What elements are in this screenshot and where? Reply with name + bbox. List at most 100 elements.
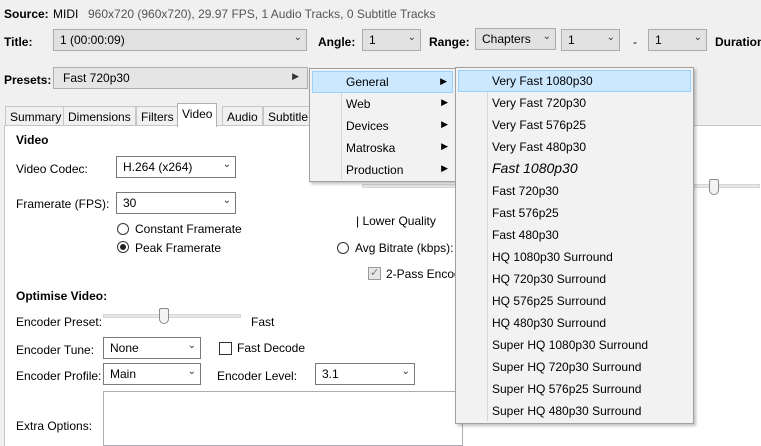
framerate-label: Framerate (FPS): <box>16 197 110 211</box>
fast-decode-checkbox[interactable] <box>219 342 232 355</box>
video-codec-dropdown[interactable]: H.264 (x264) ⌄ <box>116 156 236 178</box>
presets-value: Fast 720p30 <box>63 71 130 85</box>
preset-fast-720p30[interactable]: Fast 720p30 <box>458 180 691 202</box>
encoder-level-dropdown[interactable]: 3.1 ⌄ <box>315 363 415 385</box>
chevron-down-icon: ⌄ <box>187 340 196 351</box>
title-dropdown[interactable]: 1 (00:00:09) ⌄ <box>53 29 307 51</box>
tab-filters[interactable]: Filters <box>136 106 179 126</box>
encoder-profile-dropdown[interactable]: Main ⌄ <box>103 363 201 385</box>
two-pass-label: 2-Pass Encod <box>386 267 461 281</box>
range-start-value: 1 <box>568 33 575 47</box>
tab-dimensions[interactable]: Dimensions <box>63 106 136 126</box>
preset-very-fast-480p30[interactable]: Very Fast 480p30 <box>458 136 691 158</box>
presets-button[interactable]: Fast 720p30 ▶ <box>53 67 308 89</box>
chevron-right-icon: ▶ <box>441 119 448 129</box>
duration-label: Duration <box>715 35 761 49</box>
angle-value: 1 <box>369 33 376 47</box>
chevron-down-icon: ⌄ <box>222 159 231 170</box>
preset-very-fast-720p30[interactable]: Very Fast 720p30 <box>458 92 691 114</box>
menu-item-label: Production <box>346 163 404 177</box>
avg-bitrate-label: Avg Bitrate (kbps): <box>355 241 454 255</box>
preset-fast-1080p30[interactable]: Fast 1080p30 <box>458 158 691 180</box>
extra-options-label: Extra Options: <box>16 419 93 433</box>
framerate-value: 30 <box>123 196 137 210</box>
chevron-down-icon: ⌄ <box>222 195 231 206</box>
chevron-down-icon: ⌄ <box>293 32 302 43</box>
encoder-preset-slider-thumb[interactable] <box>159 308 169 324</box>
angle-label: Angle: <box>318 35 356 49</box>
menu-item-label: General <box>346 75 389 89</box>
source-name: MIDI <box>53 7 79 21</box>
extra-options-input[interactable] <box>103 391 463 446</box>
range-mode-dropdown[interactable]: Chapters ⌄ <box>475 28 556 50</box>
chevron-down-icon: ⌄ <box>407 32 416 43</box>
chevron-right-icon: ▶ <box>440 76 447 86</box>
encoder-preset-slider-track[interactable] <box>103 314 241 318</box>
menu-item-web[interactable]: Web ▶ <box>312 93 453 115</box>
menu-item-production[interactable]: Production ▶ <box>312 159 453 181</box>
range-dash: - <box>633 35 637 49</box>
preset-hq-1080p30-surround[interactable]: HQ 1080p30 Surround <box>458 246 691 268</box>
lower-quality-label: | Lower Quality <box>356 214 436 228</box>
angle-dropdown[interactable]: 1 ⌄ <box>362 29 421 51</box>
encoder-preset-value: Fast <box>251 315 275 329</box>
range-mode-value: Chapters <box>482 32 531 46</box>
encoder-level-label: Encoder Level: <box>217 369 298 383</box>
constant-framerate-radio[interactable] <box>117 223 129 235</box>
preset-hq-480p30-surround[interactable]: HQ 480p30 Surround <box>458 312 691 334</box>
chevron-right-icon: ▶ <box>441 163 448 173</box>
menu-item-label: Matroska <box>346 141 396 155</box>
tab-audio[interactable]: Audio <box>222 106 263 126</box>
chevron-right-icon: ▶ <box>441 97 448 107</box>
preset-fast-480p30[interactable]: Fast 480p30 <box>458 224 691 246</box>
range-start-dropdown[interactable]: 1 ⌄ <box>561 29 620 51</box>
preset-very-fast-576p25[interactable]: Very Fast 576p25 <box>458 114 691 136</box>
menu-item-matroska[interactable]: Matroska ▶ <box>312 137 453 159</box>
tab-video[interactable]: Video <box>177 103 218 127</box>
encoder-tune-dropdown[interactable]: None ⌄ <box>103 337 201 359</box>
chevron-down-icon: ⌄ <box>693 32 702 43</box>
preset-category-menu: General ▶ Web ▶ Devices ▶ Matroska ▶ Pro… <box>309 68 456 182</box>
encoder-tune-value: None <box>110 341 139 355</box>
peak-framerate-radio[interactable] <box>117 241 129 253</box>
chevron-down-icon: ⌄ <box>401 366 410 377</box>
preset-super-hq-576p25-surround[interactable]: Super HQ 576p25 Surround <box>458 378 691 400</box>
preset-hq-720p30-surround[interactable]: HQ 720p30 Surround <box>458 268 691 290</box>
source-label: Source: <box>4 7 49 21</box>
preset-very-fast-1080p30[interactable]: Very Fast 1080p30 <box>458 70 691 92</box>
general-presets-menu: Very Fast 1080p30 Very Fast 720p30 Very … <box>455 67 694 424</box>
video-section-title: Video <box>16 133 49 147</box>
two-pass-checkbox[interactable] <box>368 266 381 280</box>
framerate-dropdown[interactable]: 30 ⌄ <box>116 192 236 214</box>
encoder-profile-value: Main <box>110 367 137 381</box>
avg-bitrate-radio[interactable] <box>337 242 349 254</box>
chevron-down-icon: ⌄ <box>606 32 615 43</box>
preset-hq-576p25-surround[interactable]: HQ 576p25 Surround <box>458 290 691 312</box>
chevron-right-icon: ▶ <box>441 141 448 151</box>
preset-super-hq-720p30-surround[interactable]: Super HQ 720p30 Surround <box>458 356 691 378</box>
peak-framerate-label: Peak Framerate <box>135 241 222 255</box>
title-label: Title: <box>4 35 33 49</box>
preset-fast-576p25[interactable]: Fast 576p25 <box>458 202 691 224</box>
encoder-preset-label: Encoder Preset: <box>16 315 103 329</box>
preset-super-hq-480p30-surround[interactable]: Super HQ 480p30 Surround <box>458 400 691 422</box>
presets-label: Presets: <box>4 73 52 87</box>
video-codec-value: H.264 (x264) <box>123 160 193 174</box>
menu-item-label: Web <box>346 97 371 111</box>
chevron-down-icon: ⌄ <box>187 366 196 377</box>
preset-super-hq-1080p30-surround[interactable]: Super HQ 1080p30 Surround <box>458 334 691 356</box>
quality-slider-thumb[interactable] <box>709 179 719 195</box>
menu-item-devices[interactable]: Devices ▶ <box>312 115 453 137</box>
fast-decode-label: Fast Decode <box>237 341 306 355</box>
chevron-down-icon: ⌄ <box>542 31 551 42</box>
menu-item-label: Devices <box>346 119 389 133</box>
range-end-dropdown[interactable]: 1 ⌄ <box>648 29 707 51</box>
tab-summary[interactable]: Summary <box>5 106 67 126</box>
optimise-section-title: Optimise Video: <box>16 289 108 303</box>
encoder-profile-label: Encoder Profile: <box>16 369 102 383</box>
tab-subtitle[interactable]: Subtitle <box>263 106 314 126</box>
encoder-level-value: 3.1 <box>322 367 339 381</box>
title-value: 1 (00:00:09) <box>60 33 125 47</box>
menu-item-general[interactable]: General ▶ <box>312 71 453 93</box>
range-label: Range: <box>429 35 470 49</box>
